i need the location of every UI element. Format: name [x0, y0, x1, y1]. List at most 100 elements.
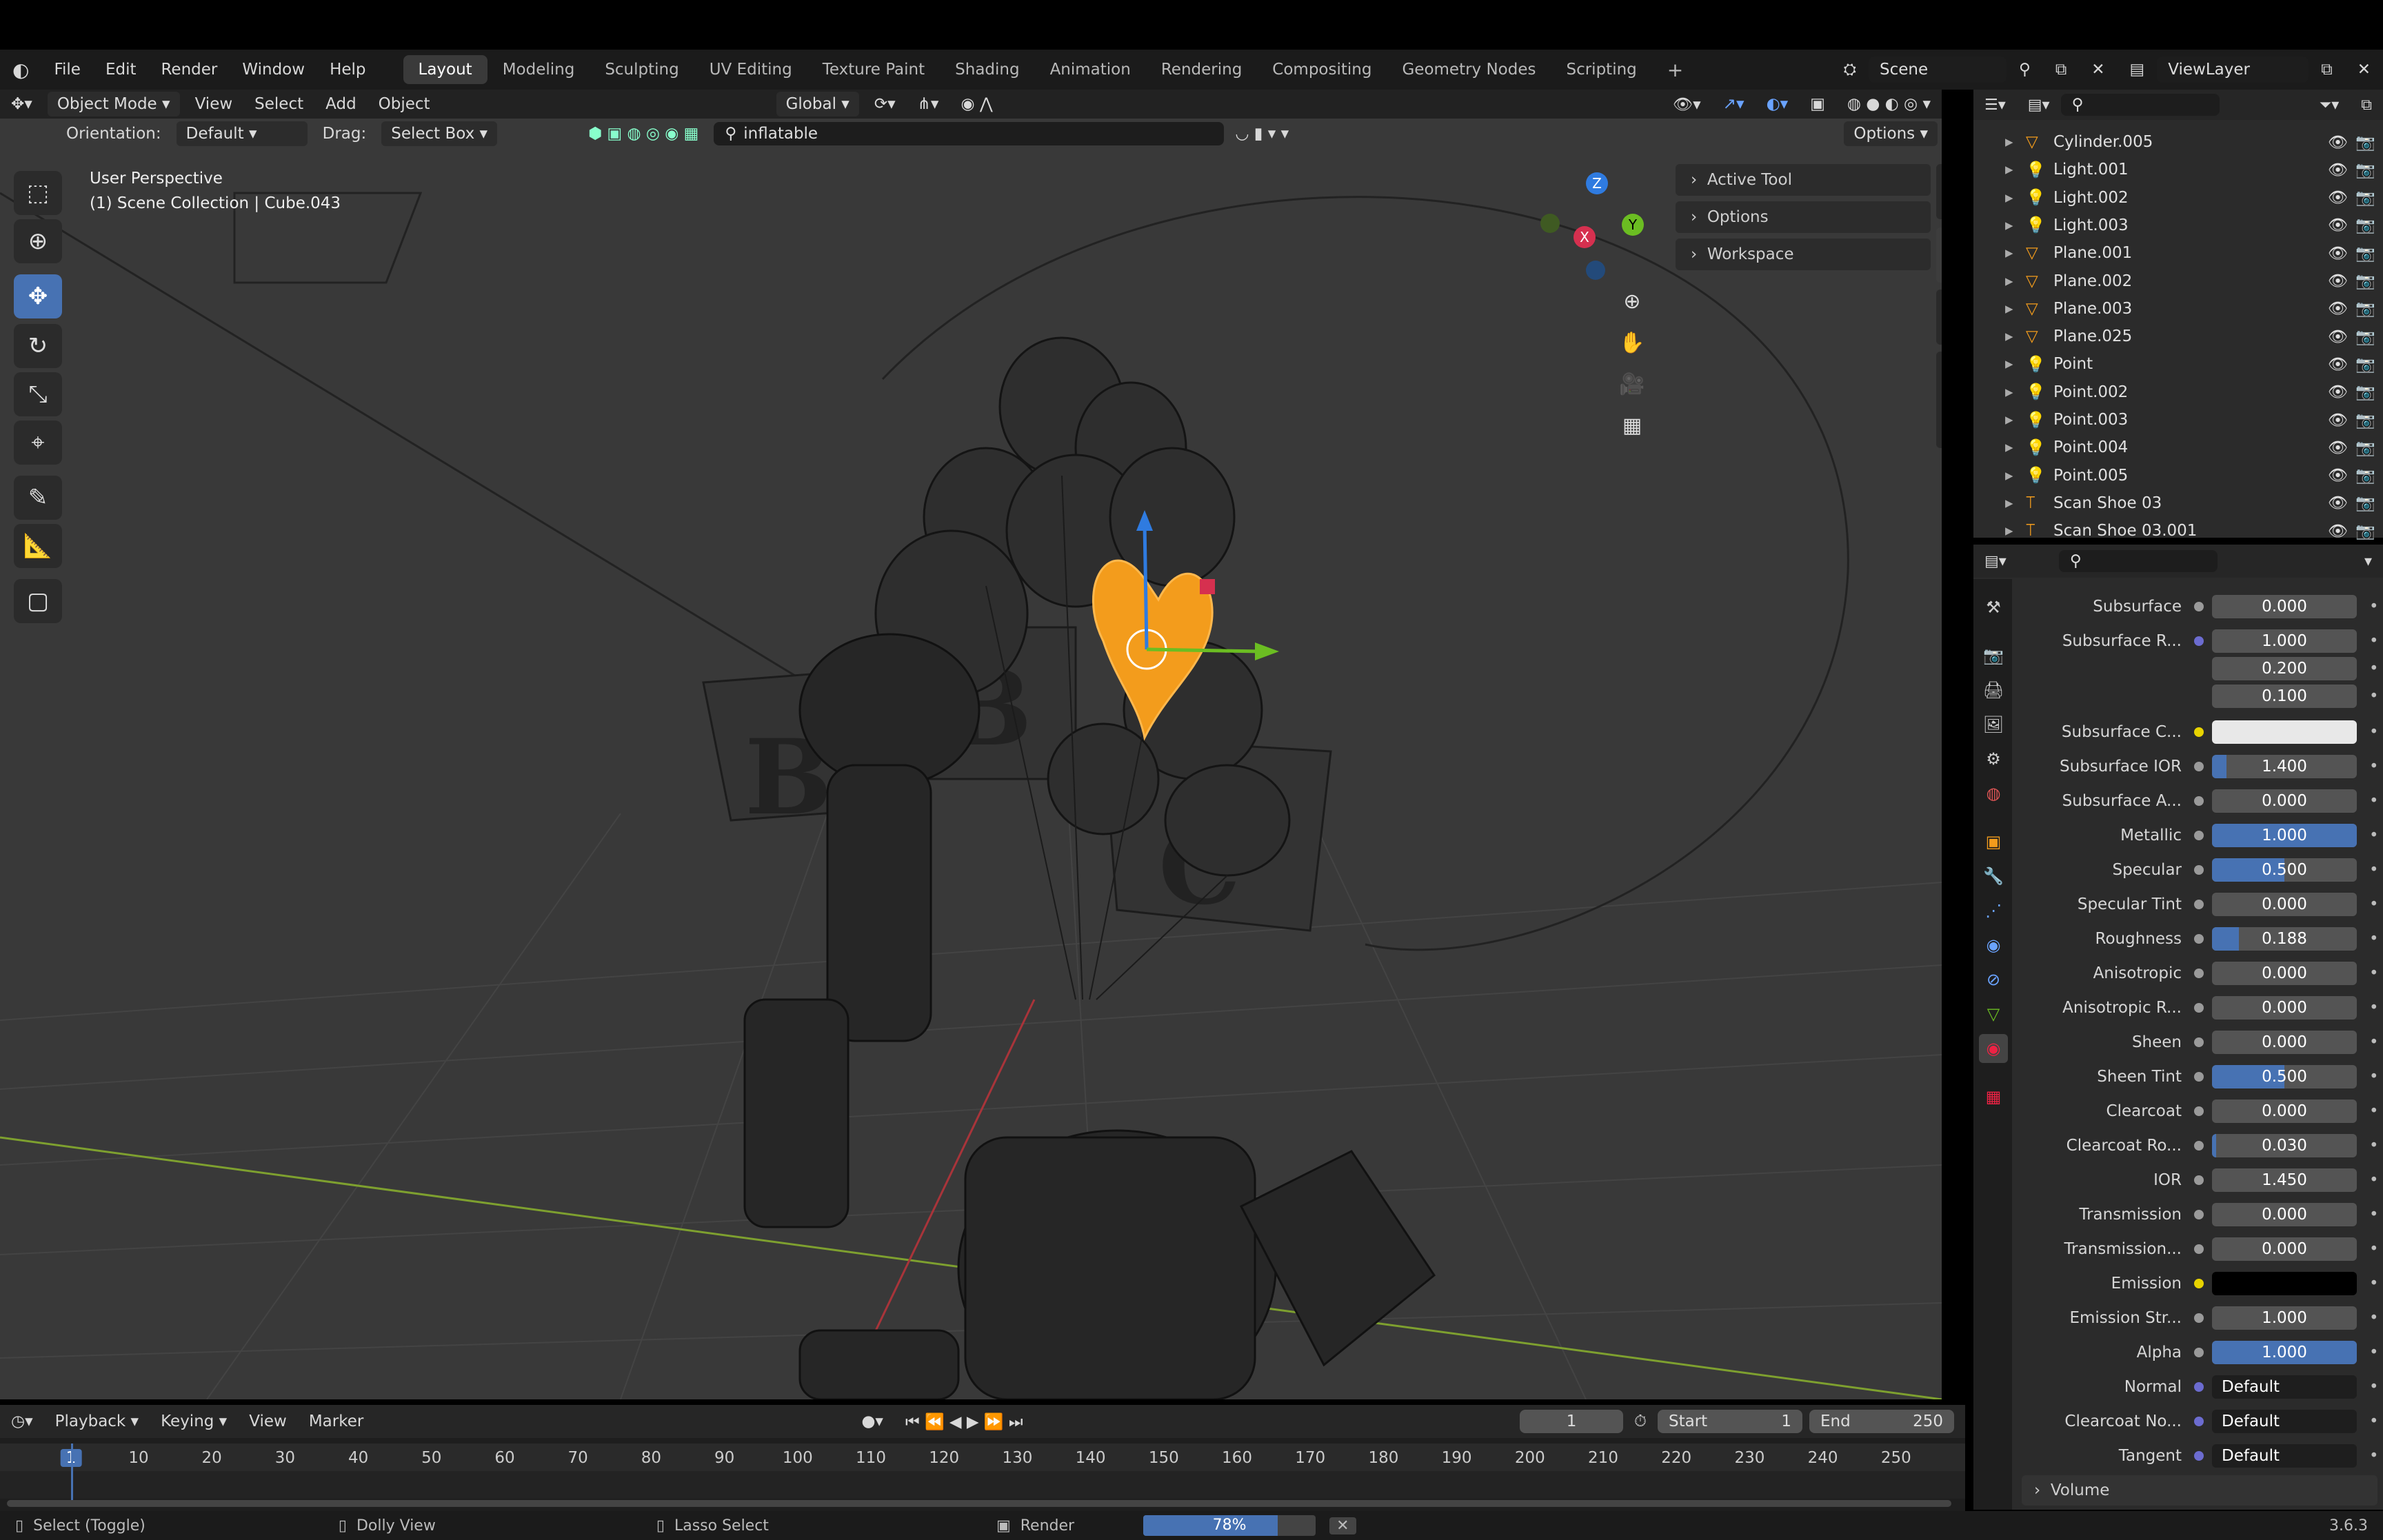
object-tab-icon[interactable]: ▣ — [1979, 827, 2008, 856]
render-camera-icon[interactable]: 📷 — [2355, 438, 2383, 457]
render-camera-icon[interactable]: 📷 — [2355, 161, 2383, 179]
drag-selector[interactable]: Select Box ▾ — [381, 121, 498, 146]
measure-tool[interactable]: 📐 — [14, 524, 62, 568]
value-slider[interactable]: 0.188 — [2212, 927, 2357, 951]
render-camera-icon[interactable]: 📷 — [2355, 244, 2383, 263]
sidebar-tab-blenderkit[interactable]: BlenderKit — [1936, 352, 1942, 448]
socket-dot-icon[interactable] — [2194, 1313, 2204, 1323]
visibility-eye-icon[interactable]: 👁 — [2328, 355, 2355, 374]
visibility-eye-icon[interactable]: 👁 — [2328, 522, 2355, 540]
cancel-render-button[interactable]: ✕ — [1329, 1517, 1356, 1534]
value-slider[interactable]: 1.450 — [2212, 1168, 2357, 1192]
view-layer-selector[interactable]: ViewLayer — [2157, 57, 2309, 83]
value-slider[interactable]: 1.000 — [2212, 824, 2357, 847]
expand-arrow-icon[interactable]: ▸ — [2005, 244, 2026, 262]
value-slider[interactable]: 0.000 — [2212, 893, 2357, 916]
socket-dot-icon[interactable] — [2194, 831, 2204, 840]
npanel-active-tool[interactable]: › Active Tool — [1676, 164, 1931, 196]
new-collection-icon[interactable]: ⧉ — [2350, 92, 2383, 118]
visibility-eye-icon[interactable]: 👁 — [2328, 161, 2355, 179]
value-slider[interactable]: 0.500 — [2212, 858, 2357, 882]
workspace-tab-animation[interactable]: Animation — [1035, 55, 1146, 84]
texture-tab-icon[interactable]: ▦ — [1979, 1082, 2008, 1111]
value-slider[interactable]: 1.400 — [2212, 755, 2357, 778]
workspace-tab-layout[interactable]: Layout — [403, 55, 487, 84]
value-slider[interactable]: 0.000 — [2212, 595, 2357, 618]
overlay-toggle-icon[interactable]: ◐▾ — [1756, 91, 1800, 117]
socket-dot-icon[interactable] — [2194, 1141, 2204, 1151]
record-button[interactable]: ●▾ — [850, 1408, 894, 1435]
proportional-edit-icon[interactable]: ◉ ⋀ — [949, 91, 1003, 117]
menu-render[interactable]: Render — [148, 61, 230, 79]
workspace-tab-uv-editing[interactable]: UV Editing — [694, 55, 807, 84]
sidebar-tab-view[interactable]: View — [1936, 290, 1942, 345]
socket-dot-icon[interactable] — [2194, 727, 2204, 737]
workspace-tab-shading[interactable]: Shading — [940, 55, 1034, 84]
render-camera-icon[interactable]: 📷 — [2355, 522, 2383, 540]
visibility-eye-icon[interactable]: 👁 — [2328, 188, 2355, 207]
orientation-selector[interactable]: Default ▾ — [176, 121, 308, 146]
color-swatch[interactable] — [2212, 1272, 2357, 1295]
outliner-row[interactable]: ▸ 💡 Light.001 👁 📷 — [1973, 156, 2383, 183]
socket-dot-icon[interactable] — [2194, 969, 2204, 978]
value-slider[interactable]: 1.000 — [2212, 629, 2357, 653]
outliner-row[interactable]: ▸ ▽ Plane.002 👁 📷 — [1973, 267, 2383, 295]
timeline-track[interactable] — [0, 1471, 1965, 1499]
render-camera-icon[interactable]: 📷 — [2355, 383, 2383, 401]
scale-tool[interactable]: ⤡ — [14, 372, 62, 416]
socket-dot-icon[interactable] — [2194, 1037, 2204, 1047]
view-layer-tab-icon[interactable]: 🖼 — [1979, 710, 2008, 739]
keyframe-dot-icon[interactable]: • — [2369, 1206, 2379, 1224]
gizmo-toggle-icon[interactable]: ↗▾ — [1712, 91, 1756, 117]
world-tab-icon[interactable]: ◍ — [1979, 779, 2008, 808]
outliner-row[interactable]: ▸ ⟙ Scan Shoe 03 👁 📷 — [1973, 489, 2383, 517]
value-slider[interactable]: 0.000 — [2212, 996, 2357, 1020]
gizmo-y-ball[interactable]: Y — [1622, 214, 1644, 236]
navigation-gizmo[interactable]: Z X Y — [1538, 172, 1655, 290]
value-slider[interactable]: 0.000 — [2212, 1203, 2357, 1226]
socket-dot-icon[interactable] — [2194, 762, 2204, 771]
render-camera-icon[interactable]: 📷 — [2355, 133, 2383, 152]
select-box-tool[interactable]: ⬚ — [14, 171, 62, 215]
sidebar-tab-tool[interactable]: Tool — [1936, 227, 1942, 283]
output-tab-icon[interactable]: 🖨 — [1979, 676, 2008, 705]
playhead-line[interactable] — [71, 1443, 73, 1506]
keyframe-dot-icon[interactable]: • — [2369, 1344, 2379, 1361]
expand-arrow-icon[interactable]: ▸ — [2005, 161, 2026, 179]
gizmo-y-arrow[interactable] — [1146, 647, 1263, 654]
keyframe-dot-icon[interactable]: • — [2369, 930, 2379, 948]
menu-keying[interactable]: Keying ▾ — [150, 1408, 238, 1435]
current-frame-field[interactable]: 1 — [1520, 1410, 1624, 1433]
blenderkit-asset-type-icons[interactable]: ⬢ ▣ ◍ ◎ ◉ ▦ — [577, 121, 710, 147]
keyframe-dot-icon[interactable]: • — [2369, 632, 2379, 650]
outliner-row[interactable]: ▸ 💡 Point.004 👁 📷 — [1973, 434, 2383, 461]
outliner-search-input[interactable]: ⚲ — [2060, 94, 2220, 116]
mode-selector[interactable]: Object Mode ▾ — [47, 92, 180, 116]
shading-modes-icon[interactable]: ◍ ● ◐ ◎ ▾ — [1836, 91, 1942, 117]
value-slider[interactable]: 0.000 — [2212, 1100, 2357, 1123]
particles-tab-icon[interactable]: ⋰ — [1979, 896, 2008, 925]
new-view-layer-icon[interactable]: ⧉ — [2309, 61, 2344, 79]
physics-tab-icon[interactable]: ◉ — [1979, 931, 2008, 960]
menu-view[interactable]: View — [184, 91, 244, 117]
keyframe-dot-icon[interactable]: • — [2369, 999, 2379, 1017]
socket-dot-icon[interactable] — [2194, 1279, 2204, 1288]
keyframe-dot-icon[interactable]: • — [2369, 1447, 2379, 1465]
menu-window[interactable]: Window — [230, 61, 317, 79]
add-workspace-button[interactable]: + — [1652, 53, 1698, 87]
workspace-tab-modeling[interactable]: Modeling — [487, 55, 590, 84]
expand-arrow-icon[interactable]: ▸ — [2005, 522, 2026, 540]
volume-panel[interactable]: › Volume — [2022, 1475, 2377, 1506]
keyframe-dot-icon[interactable]: • — [2369, 758, 2379, 776]
socket-dot-icon[interactable] — [2194, 602, 2204, 611]
scene-selector[interactable]: Scene — [1868, 57, 2007, 83]
keyframe-dot-icon[interactable]: • — [2369, 895, 2379, 913]
pin-icon[interactable]: ⚲ — [2007, 61, 2043, 79]
properties-search-input[interactable]: ⚲ — [2058, 550, 2218, 572]
expand-arrow-icon[interactable]: ▸ — [2005, 272, 2026, 290]
pivot-icon[interactable]: ⟳▾ — [863, 91, 907, 117]
socket-dot-icon[interactable] — [2194, 1382, 2204, 1392]
gizmo-neg-z-ball[interactable] — [1586, 261, 1605, 280]
delete-scene-icon[interactable]: ✕ — [2079, 61, 2117, 79]
material-tab-icon[interactable]: ◉ — [1979, 1034, 2008, 1063]
